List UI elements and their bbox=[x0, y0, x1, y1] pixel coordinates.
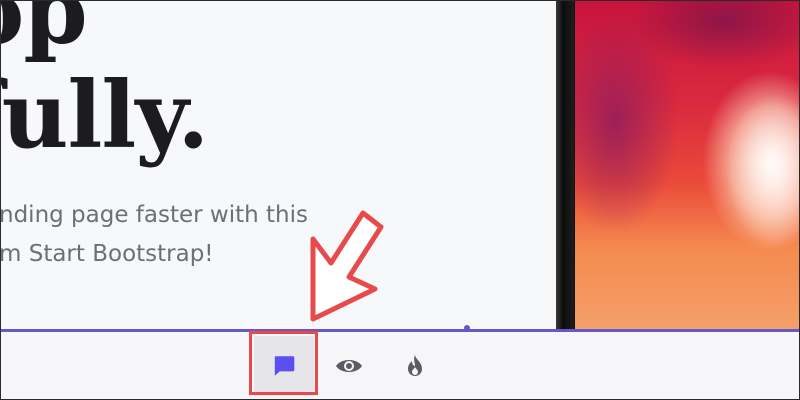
hero-lead-text: nding page faster with this m Start Boot… bbox=[1, 202, 308, 267]
screenshot-frame: op fully. nding page faster with this m … bbox=[0, 0, 800, 400]
chat-bubble-icon bbox=[274, 356, 295, 376]
tab-eye[interactable] bbox=[319, 336, 379, 396]
phone-bezel bbox=[556, 1, 574, 331]
fire-icon bbox=[408, 355, 422, 376]
tab-fire[interactable] bbox=[385, 336, 445, 396]
bottom-tab-bar bbox=[1, 329, 799, 399]
landing-hero: op fully. nding page faster with this m … bbox=[1, 1, 561, 331]
phone-screen-glow bbox=[575, 1, 799, 331]
hero-heading: op fully. bbox=[1, 1, 209, 169]
eye-icon bbox=[336, 360, 362, 372]
tab-chat[interactable] bbox=[254, 336, 314, 396]
